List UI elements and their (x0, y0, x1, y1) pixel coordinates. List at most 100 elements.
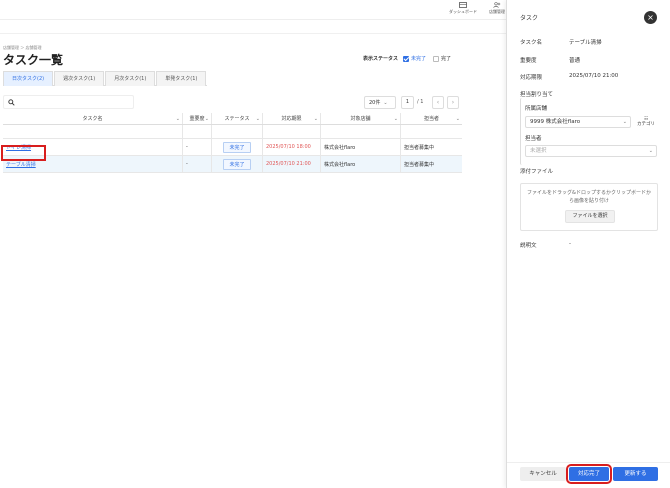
store-cell: 株式会社flaro (321, 139, 401, 155)
column-header-name[interactable]: タスク名 ⌄ (3, 113, 183, 124)
file-drop-zone[interactable]: ファイルをドラッグ&ドロップするかクリップボードから画像を貼り付け ファイルを選… (520, 183, 658, 231)
page-total: / 1 (417, 99, 424, 105)
filter-row (3, 125, 462, 139)
status-badge: 未完了 (223, 158, 251, 170)
sub-bar (0, 20, 506, 34)
assignee-select[interactable]: 未選択 ⌄ (525, 145, 657, 157)
status-incomplete-label: 未完了 (411, 56, 427, 62)
importance-label: 重要度 (520, 58, 537, 64)
per-page-value: 20件 (369, 100, 381, 106)
status-complete-checkbox[interactable]: 完了 (433, 55, 451, 62)
column-header-status[interactable]: ステータス ⌄ (212, 113, 263, 124)
tab-monthly[interactable]: 月次タスク(1) (105, 71, 156, 86)
dashboard-icon (459, 2, 467, 8)
table-header: タスク名 ⌄ 重要度 ⌄ ステータス ⌄ 対応期限 ⌄ 対象店舗 ⌄ 担当者 ⌄ (3, 113, 462, 125)
select-file-button[interactable]: ファイルを選択 (565, 210, 615, 223)
status-cell: 未完了 (212, 139, 263, 155)
assignee-cell: 担当者募集中 (404, 144, 435, 151)
column-header-label: 重要度 (189, 116, 205, 122)
complete-button[interactable]: 対応完了 (566, 464, 612, 484)
tab-daily[interactable]: 日次タスク(2) (3, 71, 54, 86)
panel-title: タスク (520, 15, 539, 22)
column-header-label: タスク名 (82, 116, 103, 122)
table-row[interactable]: トイレ清掃 - 未完了 2025/07/10 18:00 株式会社flaro 担… (3, 139, 462, 156)
due-cell: 2025/07/10 18:00 (263, 139, 321, 155)
assign-label: 担当割り当て (520, 92, 554, 98)
store-cell: 株式会社flaro (321, 156, 401, 172)
chevron-left-icon: ‹ (436, 99, 440, 106)
table-row[interactable]: テーブル清掃 - 未完了 2025/07/10 21:00 株式会社flaro … (3, 156, 462, 173)
assignee-label: 担当者 (525, 136, 542, 142)
close-button[interactable]: × (644, 11, 657, 24)
task-detail-panel: タスク × タスク名 テーブル清掃 重要度 普通 対応期限 2025/07/10… (506, 0, 670, 488)
importance-cell: - (183, 156, 212, 172)
chevron-down-icon: ⌄ (393, 116, 398, 122)
due-value: 2025/07/10 21:00 (569, 73, 619, 79)
filter-cell (3, 125, 183, 138)
per-page-select[interactable]: 20件 ⌄ (364, 96, 396, 109)
store-label: 所属店舗 (525, 106, 548, 112)
task-name-label: タスク名 (520, 40, 543, 46)
status-incomplete-checkbox[interactable]: 未完了 (403, 55, 426, 62)
page-number-input[interactable]: 1 (401, 96, 414, 109)
store-select-value: 9999 株式会社flaro (530, 119, 581, 125)
highlight-box (1, 145, 46, 161)
search-input[interactable] (3, 95, 134, 109)
task-tabs: 日次タスク(2) 週次タスク(1) 月次タスク(1) 単発タスク(1) (3, 71, 208, 86)
nav-dashboard[interactable]: ダッシュボード (445, 2, 481, 15)
filter-cell (263, 125, 321, 138)
update-button[interactable]: 更新する (613, 467, 658, 481)
top-bar: ダッシュボード 店舗管理 (0, 0, 506, 20)
status-filter: 表示ステータス 未完了 完了 (363, 55, 455, 62)
column-header-label: 対象店舗 (350, 116, 371, 122)
prev-page-button[interactable]: ‹ (432, 96, 444, 109)
status-badge: 未完了 (223, 141, 251, 153)
chevron-down-icon: ⌄ (313, 116, 318, 122)
page-title: タスク一覧 (3, 53, 64, 67)
status-filter-label: 表示ステータス (363, 56, 399, 62)
chevron-down-icon: ⌄ (383, 99, 388, 106)
category-label: カテゴリ (637, 122, 655, 127)
tab-one-off[interactable]: 単発タスク(1) (156, 71, 207, 86)
chevron-right-icon: › (451, 99, 455, 106)
importance-value: 普通 (569, 58, 581, 64)
chevron-down-icon: ⌄ (204, 116, 209, 122)
description-label: 説明文 (520, 243, 537, 249)
drop-zone-text: ファイルをドラッグ&ドロップするかクリップボードから画像を貼り付け (527, 190, 651, 204)
column-header-due[interactable]: 対応期限 ⌄ (263, 113, 321, 124)
status-complete-label: 完了 (441, 56, 452, 62)
users-icon (493, 2, 501, 8)
search-icon (8, 99, 15, 106)
category-button[interactable]: ☷ カテゴリ (635, 117, 657, 127)
due-cell: 2025/07/10 21:00 (263, 156, 321, 172)
cancel-button[interactable]: キャンセル (520, 467, 566, 481)
store-select[interactable]: 9999 株式会社flaro ⌄ (525, 116, 631, 128)
description-value: - (569, 241, 571, 247)
checkbox-checked-icon (403, 55, 410, 62)
filter-cell (212, 125, 263, 138)
assignee-cell: 担当者募集中 (404, 161, 435, 168)
task-table: タスク名 ⌄ 重要度 ⌄ ステータス ⌄ 対応期限 ⌄ 対象店舗 ⌄ 担当者 ⌄ トイレ清掃… (3, 113, 462, 173)
panel-footer: キャンセル 対応完了 更新する (507, 462, 670, 488)
checkbox-unchecked-icon (433, 55, 440, 62)
chevron-down-icon: ⌄ (622, 119, 627, 125)
column-header-importance[interactable]: 重要度 ⌄ (183, 113, 212, 124)
column-header-store[interactable]: 対象店舗 ⌄ (321, 113, 401, 124)
chevron-down-icon: ⌄ (175, 116, 180, 122)
column-header-label: 担当者 (423, 116, 439, 122)
column-header-assignee[interactable]: 担当者 ⌄ (401, 113, 462, 124)
status-cell: 未完了 (212, 156, 263, 172)
nav-dashboard-label: ダッシュボード (449, 9, 477, 14)
filter-cell (321, 125, 401, 138)
task-name-link[interactable]: テーブル清掃 (6, 161, 36, 168)
assignee-placeholder: 未選択 (530, 148, 547, 154)
chevron-down-icon: ⌄ (648, 148, 653, 154)
attachment-label: 添付ファイル (520, 169, 554, 175)
column-header-label: ステータス (224, 116, 250, 122)
chevron-down-icon: ⌄ (255, 116, 260, 122)
task-name-value: テーブル清掃 (569, 40, 602, 46)
tab-weekly[interactable]: 週次タスク(1) (54, 71, 105, 86)
next-page-button[interactable]: › (447, 96, 459, 109)
filter-cell (183, 125, 212, 138)
filter-cell (401, 125, 462, 138)
